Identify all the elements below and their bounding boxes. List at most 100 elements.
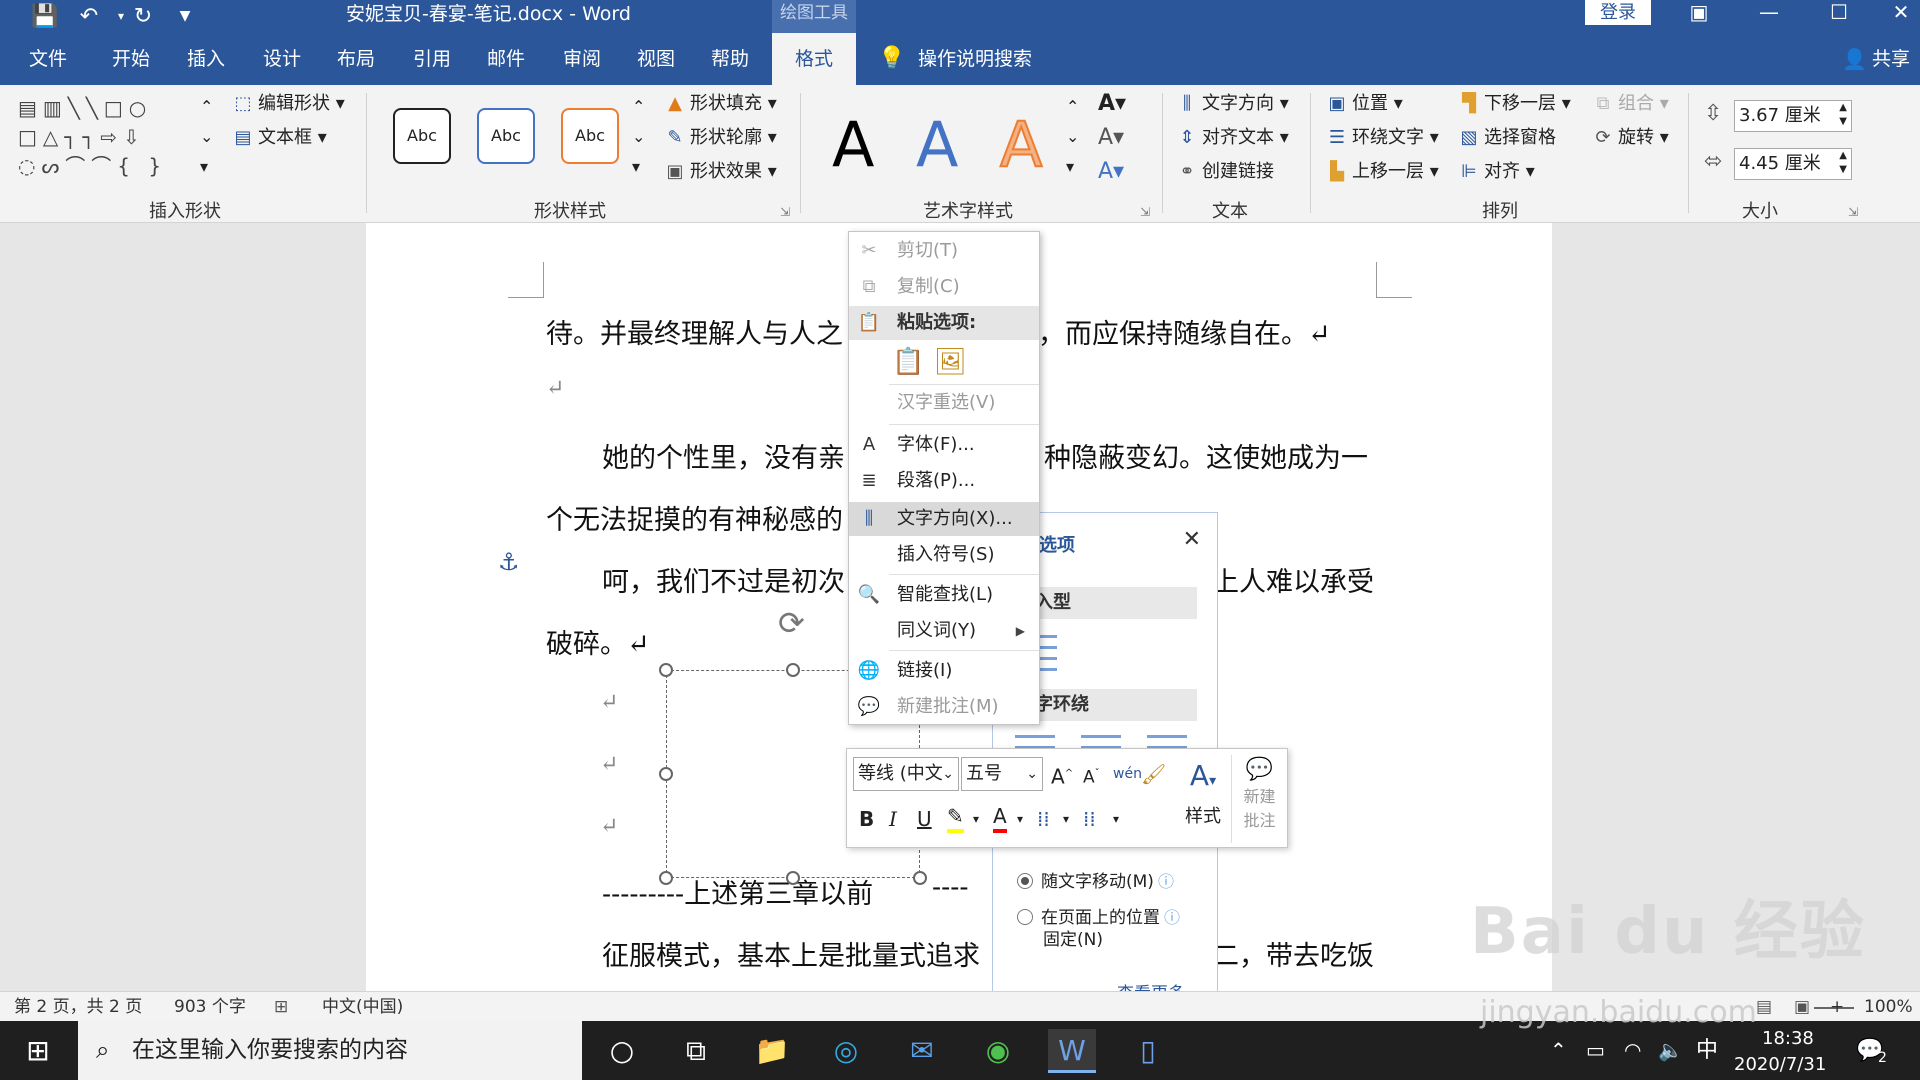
doc-line[interactable]: 破碎。↵ [546, 622, 650, 661]
shape-styles-scroll[interactable]: ⌃ ⌄ ▾ [632, 92, 645, 182]
text-direction-button[interactable]: ⫼ 文字方向 ▾ [1176, 92, 1289, 116]
tab-review[interactable]: 审阅 [552, 33, 612, 85]
tab-layout[interactable]: 布局 [326, 33, 386, 85]
menu-item-reconvert[interactable]: 汉字重选(V) [849, 386, 1039, 420]
text-effects-icon[interactable]: A▾ [1098, 160, 1124, 184]
menu-item-link[interactable]: 🌐 链接(I) [849, 654, 1039, 688]
text-outline-icon[interactable]: A▾ [1098, 126, 1124, 150]
resize-handle[interactable] [786, 871, 800, 885]
numbering-icon[interactable]: ⁞⁞ [1083, 803, 1096, 835]
menu-item-font[interactable]: A 字体(F)... [849, 428, 1039, 462]
word-count[interactable]: 903 个字 [174, 992, 246, 1022]
cortana-icon[interactable]: ○ [598, 1029, 646, 1073]
language-indicator[interactable]: 中文(中国) [322, 992, 403, 1022]
clock-date[interactable]: 2020/7/31 [1734, 1035, 1826, 1080]
redo-icon[interactable]: ↻ [126, 0, 160, 33]
ribbon-display-options-icon[interactable]: ▣ [1670, 0, 1728, 28]
doc-line[interactable]: 二，带去吃饭 [1212, 934, 1374, 973]
resize-handle[interactable] [659, 663, 673, 677]
styles-button[interactable]: A▾ 样式 [1173, 755, 1233, 843]
doc-line[interactable]: 她的个性里，没有亲 [602, 436, 845, 475]
shape-fill-button[interactable]: ▲ 形状填充 ▾ [664, 92, 777, 116]
selection-pane-button[interactable]: ▧ 选择窗格 [1458, 126, 1556, 150]
align-text-button[interactable]: ⇕ 对齐文本 ▾ [1176, 126, 1288, 150]
chevron-down-icon[interactable]: ▾ [1113, 803, 1119, 835]
doc-line[interactable]: 呵，我们不过是初次 [602, 560, 845, 599]
tight-wrap-icon[interactable] [1081, 735, 1121, 749]
tab-mailings[interactable]: 邮件 [476, 33, 536, 85]
maximize-icon[interactable]: ☐ [1810, 0, 1868, 28]
menu-item-text-direction[interactable]: ⫼ 文字方向(X)... [849, 502, 1039, 536]
through-wrap-icon[interactable] [1147, 735, 1187, 749]
textbox-button[interactable]: ▤ 文本框 ▾ [232, 126, 326, 150]
menu-item-new-comment[interactable]: 💬 新建批注(M) [849, 690, 1039, 724]
wordart-style-blue[interactable]: A [916, 108, 958, 181]
shape-style-orange[interactable]: Abc [561, 108, 619, 164]
italic-button[interactable]: I [889, 803, 897, 835]
position-button[interactable]: ▣ 位置 ▾ [1326, 92, 1402, 116]
wordart-scroll[interactable]: ⌃ ⌄ ▾ [1066, 92, 1079, 182]
task-view-icon[interactable]: ⧉ [672, 1029, 720, 1073]
zoom-level[interactable]: 100% [1864, 992, 1913, 1022]
windows-start-icon[interactable]: ⊞ [14, 1029, 62, 1073]
font-name-select[interactable]: 等线 (中文 ⌄ [853, 757, 959, 791]
height-spinner-icon[interactable]: ▲ ▼ [1839, 101, 1847, 129]
edge-browser-icon[interactable]: ◎ [822, 1029, 870, 1073]
page-count[interactable]: 第 2 页，共 2 页 [14, 992, 142, 1022]
menu-item-paragraph[interactable]: ≣ 段落(P)... [849, 464, 1039, 498]
share-button[interactable]: 共享 [1872, 33, 1910, 85]
shape-style-black[interactable]: Abc [393, 108, 451, 164]
tab-help[interactable]: 帮助 [700, 33, 760, 85]
shape-outline-button[interactable]: ✎ 形状轮廓 ▾ [664, 126, 776, 150]
menu-item-cut[interactable]: ✂ 剪切(T) [849, 234, 1039, 268]
shape-height-field[interactable]: 3.67 厘米 ▲ ▼ [1734, 100, 1852, 132]
doc-line[interactable]: 个无法捉摸的有神秘感的 [546, 498, 843, 537]
resize-handle[interactable] [659, 871, 673, 885]
taskbar-search-box[interactable]: ⌕ 在这里输入你要搜索的内容 [78, 1021, 582, 1080]
paste-picture-icon[interactable]: 🖼 [934, 346, 967, 378]
chevron-down-icon[interactable]: ▾ [1063, 803, 1069, 835]
align-button[interactable]: ⊫ 对齐 ▾ [1458, 160, 1535, 184]
file-explorer-icon[interactable]: 📁 [748, 1029, 796, 1073]
undo-icon[interactable]: ↶ [72, 0, 106, 33]
doc-line[interactable]: ，而应保持随缘自在。↵ [1038, 312, 1331, 351]
rotate-handle-icon[interactable]: ⟳ [778, 604, 805, 642]
proofing-icon[interactable]: ⊞ [274, 992, 288, 1022]
tab-format[interactable]: 格式 [772, 33, 856, 85]
highlight-icon[interactable]: ✎ [947, 803, 964, 833]
shape-styles-launcher-icon[interactable]: ⇲ [780, 200, 790, 224]
resize-handle[interactable] [659, 767, 673, 781]
doc-line[interactable]: ---- [932, 872, 969, 903]
menu-item-insert-symbol[interactable]: 插入符号(S) [849, 538, 1039, 572]
shape-width-field[interactable]: 4.45 厘米 ▲ ▼ [1734, 148, 1852, 180]
minimize-icon[interactable]: — [1740, 0, 1798, 28]
group-button[interactable]: ⧉ 组合 ▾ [1592, 92, 1669, 116]
info-icon[interactable]: ⓘ [1158, 872, 1174, 891]
text-fill-icon[interactable]: A▾ [1098, 92, 1126, 116]
send-backward-button[interactable]: ▜ 下移一层 ▾ [1458, 92, 1571, 116]
word-app-icon[interactable]: W [1048, 1029, 1096, 1073]
font-color-icon[interactable]: A [993, 803, 1007, 833]
edit-shape-button[interactable]: ⬚ 编辑形状 ▾ [232, 92, 344, 116]
resize-handle[interactable] [913, 871, 927, 885]
shrink-font-icon[interactable]: Aˇ [1083, 757, 1100, 795]
tab-references[interactable]: 引用 [402, 33, 462, 85]
doc-line[interactable]: 待。并最终理解人与人之 [546, 312, 843, 351]
tab-insert[interactable]: 插入 [176, 33, 236, 85]
grow-font-icon[interactable]: A^ [1051, 757, 1073, 794]
wordart-style-orange[interactable]: A [999, 107, 1043, 182]
new-comment-button[interactable]: 💬 新建 批注 [1231, 755, 1287, 843]
save-icon[interactable]: 💾 [28, 0, 62, 33]
paste-keep-source-icon[interactable]: 📋 [892, 346, 924, 378]
wrap-text-button[interactable]: ☰ 环绕文字 ▾ [1326, 126, 1439, 150]
tab-home[interactable]: 开始 [100, 33, 162, 85]
fix-position-radio[interactable]: 在页面上的位置 ⓘ [1017, 907, 1180, 929]
size-launcher-icon[interactable]: ⇲ [1848, 200, 1858, 224]
width-spinner-icon[interactable]: ▲ ▼ [1839, 149, 1847, 177]
wordart-launcher-icon[interactable]: ⇲ [1140, 200, 1150, 224]
tell-me-search[interactable]: 操作说明搜索 [918, 33, 1032, 85]
font-size-select[interactable]: 五号 ⌄ [961, 757, 1043, 791]
menu-item-synonyms[interactable]: 同义词(Y) ▶ [849, 614, 1039, 648]
menu-item-copy[interactable]: ⧉ 复制(C) [849, 270, 1039, 304]
resize-handle[interactable] [786, 663, 800, 677]
